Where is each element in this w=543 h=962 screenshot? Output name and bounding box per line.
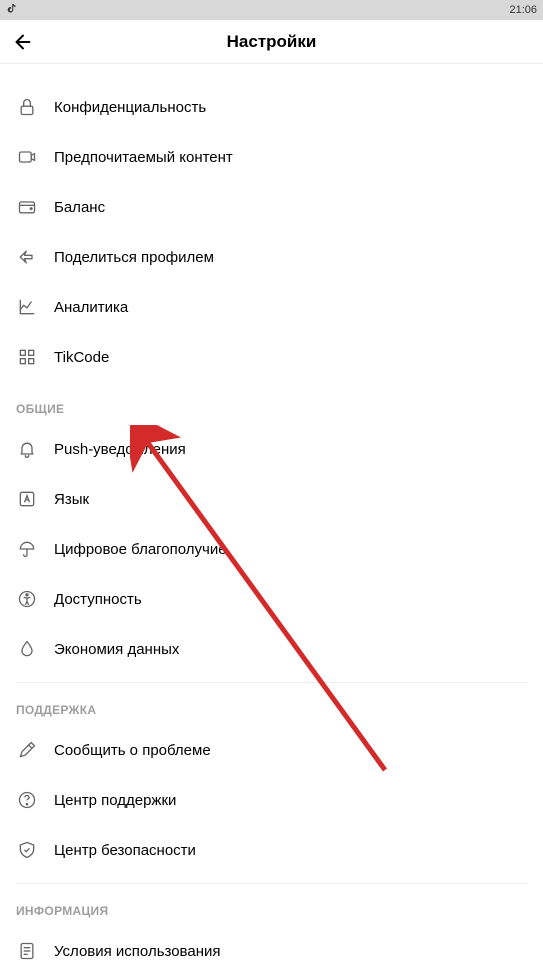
menu-label: Центр поддержки: [54, 792, 176, 809]
bell-icon: [16, 438, 38, 460]
drop-icon: [16, 638, 38, 660]
menu-label: Цифровое благополучие: [54, 541, 227, 558]
menu-content-pref[interactable]: Предпочитаемый контент: [0, 132, 543, 182]
menu-label: TikCode: [54, 349, 109, 366]
back-button[interactable]: [12, 31, 34, 53]
menu-label: Баланс: [54, 199, 105, 216]
lock-icon: [16, 96, 38, 118]
section-header-info: ИНФОРМАЦИЯ: [0, 884, 543, 926]
accessibility-icon: [16, 588, 38, 610]
doc-icon: [16, 940, 38, 962]
menu-push-notifications[interactable]: Push-уведомления: [0, 424, 543, 474]
wallet-icon: [16, 196, 38, 218]
menu-language[interactable]: Язык: [0, 474, 543, 524]
umbrella-icon: [16, 538, 38, 560]
menu-label: Конфиденциальность: [54, 99, 206, 116]
header: Настройки: [0, 20, 543, 64]
section-header-general: ОБЩИЕ: [0, 382, 543, 424]
tiktok-icon: [6, 3, 18, 18]
menu-label: Доступность: [54, 591, 142, 608]
help-icon: [16, 789, 38, 811]
menu-privacy[interactable]: Конфиденциальность: [0, 82, 543, 132]
arrow-left-icon: [12, 31, 34, 53]
menu-label: Язык: [54, 491, 89, 508]
menu-help-center[interactable]: Центр поддержки: [0, 775, 543, 825]
pencil-icon: [16, 739, 38, 761]
menu-label: Предпочитаемый контент: [54, 149, 233, 166]
menu-accessibility[interactable]: Доступность: [0, 574, 543, 624]
language-icon: [16, 488, 38, 510]
menu-label: Поделиться профилем: [54, 249, 214, 266]
menu-terms[interactable]: Условия использования: [0, 926, 543, 962]
shield-icon: [16, 839, 38, 861]
menu-label: Аналитика: [54, 299, 128, 316]
menu-label: Условия использования: [54, 943, 221, 960]
menu-report-problem[interactable]: Сообщить о проблеме: [0, 725, 543, 775]
qr-icon: [16, 346, 38, 368]
menu-label: Сообщить о проблеме: [54, 742, 211, 759]
menu-label: Центр безопасности: [54, 842, 196, 859]
status-time: 21:06: [509, 4, 537, 16]
status-bar: 21:06: [0, 0, 543, 20]
menu-digital-wellbeing[interactable]: Цифровое благополучие: [0, 524, 543, 574]
menu-label: Экономия данных: [54, 641, 179, 658]
page-title: Настройки: [227, 32, 317, 52]
section-header-support: ПОДДЕРЖКА: [0, 683, 543, 725]
menu-data-saver[interactable]: Экономия данных: [0, 624, 543, 674]
menu-analytics[interactable]: Аналитика: [0, 282, 543, 332]
menu-label: Push-уведомления: [54, 441, 186, 458]
settings-list[interactable]: Конфиденциальность Предпочитаемый контен…: [0, 64, 543, 962]
menu-share-profile[interactable]: Поделиться профилем: [0, 232, 543, 282]
menu-balance[interactable]: Баланс: [0, 182, 543, 232]
menu-tikcode[interactable]: TikCode: [0, 332, 543, 382]
video-icon: [16, 146, 38, 168]
menu-safety-center[interactable]: Центр безопасности: [0, 825, 543, 875]
share-icon: [16, 246, 38, 268]
chart-icon: [16, 296, 38, 318]
